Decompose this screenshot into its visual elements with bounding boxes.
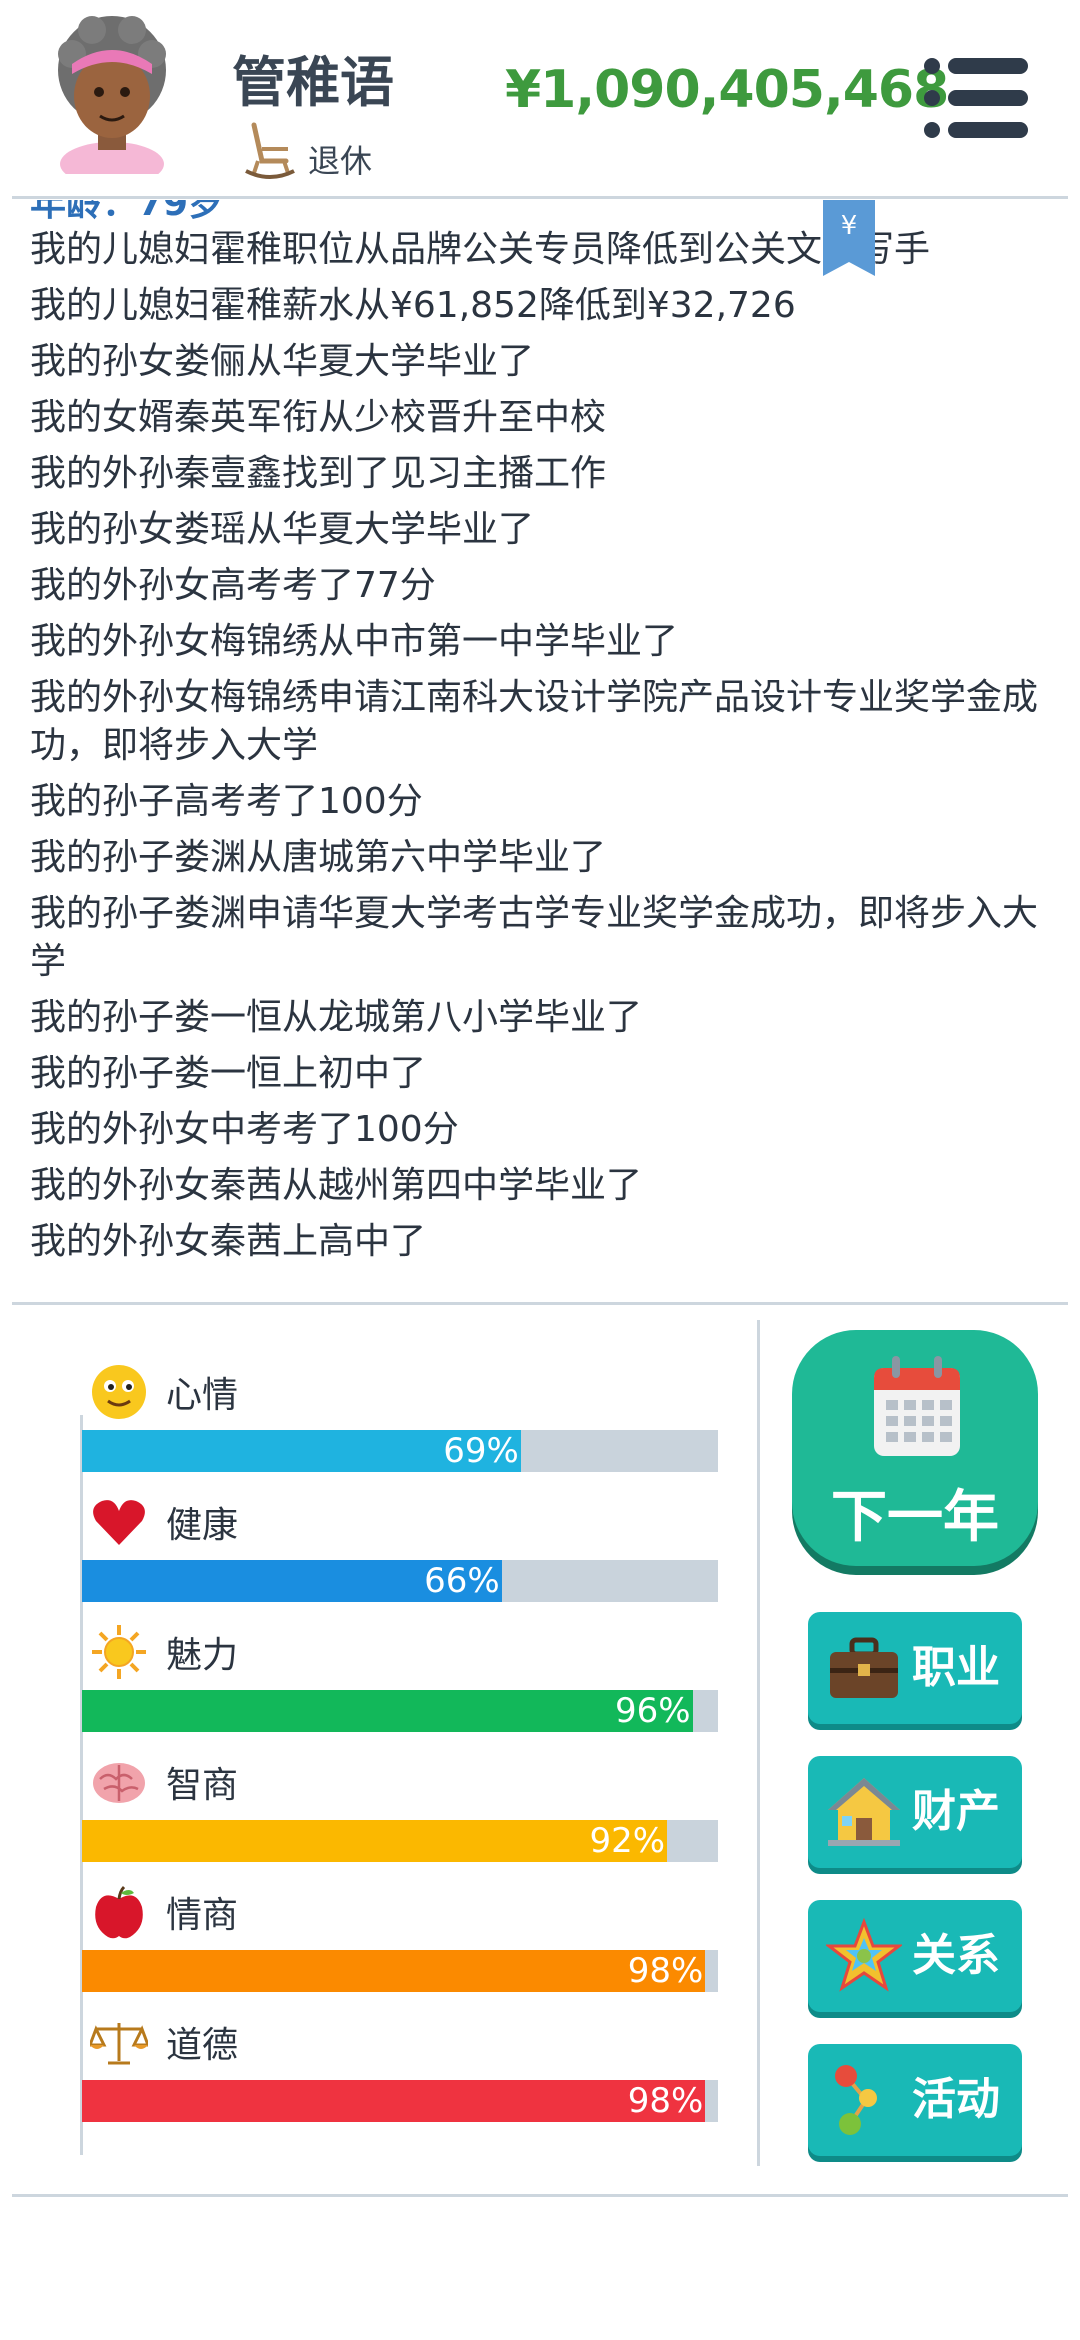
stat-bar-track: 66% <box>82 1560 718 1602</box>
rocking-chair-icon <box>245 122 295 179</box>
stat-label: 智商 <box>166 1765 239 1806</box>
log-entry: 我的孙子娄一恒上初中了 <box>30 1053 427 1094</box>
stat-bar-fill: 96% <box>82 1690 693 1732</box>
money-display: ¥1,090,405,468 <box>505 60 949 120</box>
stat-row: 心情 69% <box>82 1360 722 1472</box>
svg-text:¥: ¥ <box>841 211 858 241</box>
briefcase-icon <box>830 1637 898 1698</box>
log-entry: 我的外孙女高考考了77分 <box>30 565 436 606</box>
panel-divider <box>757 1320 760 2166</box>
stat-bar-fill: 98% <box>82 2080 706 2122</box>
stat-value: 69% <box>443 1431 519 1471</box>
log-entry: 我的孙女娄瑶从华夏大学毕业了 <box>30 509 535 550</box>
log-entry: 我的外孙秦壹鑫找到了见习主播工作 <box>30 453 607 494</box>
relations-label: 关系 <box>912 1930 1000 1981</box>
menu-icon[interactable] <box>922 56 1030 140</box>
scales-icon <box>90 2013 148 2071</box>
stat-bar-fill: 98% <box>82 1950 706 1992</box>
stat-row: 智商 92% <box>82 1750 722 1862</box>
stat-header: 情商 <box>90 1880 238 1944</box>
log-entry: 我的外孙女梅锦绣从中市第一中学毕业了 <box>30 621 679 662</box>
log-entry: 我的儿媳妇霍稚薪水从¥61,852降低到¥32,726 <box>30 285 796 326</box>
stat-row: 魅力 96% <box>82 1620 722 1732</box>
stat-bar-fill: 92% <box>82 1820 668 1862</box>
brain-icon <box>90 1753 148 1811</box>
log-entry: 我的外孙女秦茜从越州第四中学毕业了 <box>30 1165 643 1206</box>
activities-dots-icon <box>835 2065 877 2135</box>
stat-header: 魅力 <box>90 1620 238 1684</box>
calendar-icon <box>874 1356 960 1456</box>
log-entry: 我的孙女娄俪从华夏大学毕业了 <box>30 341 535 382</box>
relations-button[interactable]: 关系 <box>808 1900 1022 2012</box>
log-entry: 我的孙子娄渊申请华夏大学考古学专业奖学金成功，即将步入大学 <box>30 893 1039 982</box>
smiley-icon <box>90 1363 148 1421</box>
stat-label: 魅力 <box>166 1635 239 1676</box>
activities-button[interactable]: 活动 <box>808 2044 1022 2156</box>
house-icon <box>828 1778 900 1846</box>
sun-icon <box>90 1623 148 1681</box>
stat-value: 66% <box>424 1561 500 1601</box>
stat-row: 道德 98% <box>82 2010 722 2122</box>
stat-label: 健康 <box>166 1505 239 1546</box>
property-button[interactable]: 财产 <box>808 1756 1022 1868</box>
top-header: 管稚语 退休 ¥1,090,405,468 <box>0 0 1080 196</box>
stat-label: 情商 <box>166 1895 239 1936</box>
money-bookmark-icon[interactable]: ¥ <box>823 200 875 276</box>
status-row: 退休 <box>244 120 372 184</box>
stat-header: 智商 <box>90 1750 238 1814</box>
apple-icon <box>90 1883 148 1941</box>
stat-value: 98% <box>627 2081 704 2121</box>
log-partial-line: 年龄：79岁 <box>30 200 225 224</box>
stat-row: 情商 98% <box>82 1880 722 1992</box>
stat-row: 健康 66% <box>82 1490 722 1602</box>
header-divider <box>12 196 1068 199</box>
stat-header: 道德 <box>90 2010 238 2074</box>
log-entry: 我的孙子娄一恒从龙城第八小学毕业了 <box>30 997 643 1038</box>
activities-label: 活动 <box>912 2074 1000 2125</box>
stat-header: 心情 <box>90 1360 238 1424</box>
stat-bar-track: 92% <box>82 1820 718 1862</box>
property-label: 财产 <box>912 1786 1000 1837</box>
stat-bar-track: 96% <box>82 1690 718 1732</box>
next-year-label: 下一年 <box>831 1485 999 1550</box>
star-icon <box>826 1918 902 1992</box>
stat-bar-track: 98% <box>82 1950 718 1992</box>
stat-bar-fill: 66% <box>82 1560 502 1602</box>
stat-bar-track: 98% <box>82 2080 718 2122</box>
log-entry: 我的外孙女中考考了100分 <box>30 1109 459 1150</box>
stat-value: 98% <box>627 1951 704 1991</box>
stat-value: 96% <box>614 1691 691 1731</box>
log-entry: 我的孙子娄渊从唐城第六中学毕业了 <box>30 837 607 878</box>
log-entry: 我的孙子高考考了100分 <box>30 781 423 822</box>
stat-header: 健康 <box>90 1490 238 1554</box>
avatar[interactable] <box>42 14 182 174</box>
career-button[interactable]: 职业 <box>808 1612 1022 1724</box>
stat-value: 92% <box>589 1821 666 1861</box>
stat-bar-track: 69% <box>82 1430 718 1472</box>
log-divider <box>12 1302 1068 1305</box>
bottom-divider <box>12 2194 1068 2197</box>
stat-bar-fill: 69% <box>82 1430 521 1472</box>
character-name: 管稚语 <box>232 51 394 114</box>
career-label: 职业 <box>912 1642 1000 1693</box>
event-log[interactable]: 年龄：79岁 我的儿媳妇霍稚职位从品牌公关专员降低到公关文案写手 我的儿媳妇霍稚薪… <box>30 200 1040 1280</box>
stat-label: 道德 <box>166 2025 239 2066</box>
stat-label: 心情 <box>166 1375 239 1416</box>
log-entry: 我的儿媳妇霍稚职位从品牌公关专员降低到公关文案写手 <box>30 229 931 270</box>
log-entry: 我的女婿秦英军衔从少校晋升至中校 <box>30 397 607 438</box>
heart-icon <box>90 1493 148 1551</box>
log-entry: 我的外孙女梅锦绣申请江南科大设计学院产品设计专业奖学金成功，即将步入大学 <box>30 677 1039 766</box>
log-list: 我的儿媳妇霍稚职位从品牌公关专员降低到公关文案写手 我的儿媳妇霍稚薪水从¥61,8… <box>30 226 1040 1274</box>
next-year-button[interactable]: 下一年 <box>792 1330 1038 1566</box>
log-entry: 我的外孙女秦茜上高中了 <box>30 1221 427 1262</box>
status-label: 退休 <box>308 142 373 180</box>
